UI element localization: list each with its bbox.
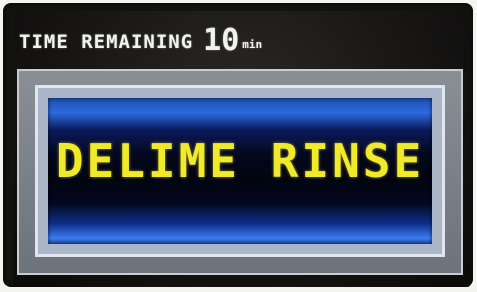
- status-frame-inner: DELIME RINSE: [35, 85, 445, 257]
- status-panel: DELIME RINSE: [48, 98, 432, 244]
- display-screen: TIME REMAINING 10 min DELIME RINSE: [13, 11, 471, 287]
- time-remaining-unit: min: [242, 38, 263, 51]
- device-bezel: TIME REMAINING 10 min DELIME RINSE: [3, 3, 473, 287]
- time-remaining-header: TIME REMAINING 10 min: [19, 21, 263, 58]
- status-frame: DELIME RINSE: [17, 69, 463, 275]
- cycle-status-message: DELIME RINSE: [55, 134, 425, 188]
- time-remaining-label: TIME REMAINING: [19, 31, 194, 53]
- time-remaining-value: 10: [203, 23, 240, 58]
